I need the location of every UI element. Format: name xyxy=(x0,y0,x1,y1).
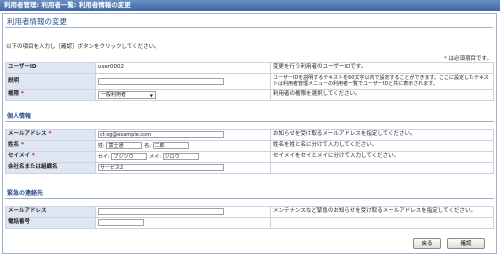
authority-select[interactable]: 一般利用者 ▼ xyxy=(98,91,156,99)
user-id-label: ユーザーID xyxy=(5,62,96,74)
first-kana-label: メイ: xyxy=(149,154,161,161)
required-mark: * xyxy=(48,131,52,138)
emergency-email-input[interactable] xyxy=(98,208,224,216)
first-kana-input[interactable]: ジロウ xyxy=(162,153,199,161)
name-desc: 姓名を姓と名に分けて入力してください。 xyxy=(270,140,494,152)
authority-selected: 一般利用者 xyxy=(101,92,127,98)
required-mark: * xyxy=(31,153,35,160)
confirm-button[interactable]: 確認 xyxy=(447,238,485,249)
instruction-text: 以下の項目を入力し［確認］ボタンをクリックしてください。 xyxy=(6,44,160,50)
company-desc xyxy=(270,162,494,174)
table-row: 姓名 * 姓: 富士通 名: 二郎 姓名を姓と名に分けて入力してください。 xyxy=(5,140,494,152)
required-mark: * xyxy=(20,91,24,98)
required-mark: * xyxy=(20,142,24,149)
email-cell: ct-sg@example.com xyxy=(95,129,271,141)
name-cell: 姓: 富士通 名: 二郎 xyxy=(95,140,271,152)
emergency-table: メールアドレス メンテナンスなど緊急のお知らせを受け取るメールアドレスを指定して… xyxy=(5,206,494,229)
phone-input[interactable] xyxy=(98,219,144,227)
emergency-email-desc: メンテナンスなど緊急のお知らせを受け取るメールアドレスを指定してください。 xyxy=(270,206,494,218)
table-row: 説明 ユーザーIDを説明するテキストを60文字以内で設定することができます。ここ… xyxy=(5,73,494,90)
table-row: ユーザーID user0002 変更を行う利用者のユーザーIDです。 xyxy=(5,62,494,74)
back-button[interactable]: 戻る xyxy=(413,238,441,249)
authority-cell: 一般利用者 ▼ xyxy=(95,89,271,101)
personal-section-heading: 個人情報 xyxy=(5,112,494,122)
first-name-input[interactable]: 二郎 xyxy=(152,142,189,150)
email-label-cell: メールアドレス * xyxy=(5,129,96,141)
personal-info-table: メールアドレス * ct-sg@example.com お知らせを受け取るメール… xyxy=(5,129,494,174)
authority-label: 権限 xyxy=(8,91,20,98)
window-title: 利用者管理: 利用者一覧: 利用者情報の変更 xyxy=(0,0,500,11)
email-input[interactable]: ct-sg@example.com xyxy=(98,131,224,139)
page-title: 利用者情報の変更 xyxy=(5,16,493,28)
emergency-email-cell xyxy=(95,206,271,218)
user-id-desc: 変更を行う利用者のユーザーIDです。 xyxy=(270,62,494,74)
phone-desc xyxy=(270,217,494,229)
name-label: 姓名 xyxy=(8,142,20,149)
authority-desc: 利用者の権限を選択してください。 xyxy=(270,89,494,101)
chevron-down-icon: ▼ xyxy=(149,93,153,98)
emergency-email-label: メールアドレス xyxy=(5,206,96,218)
table-row: 電話番号 xyxy=(5,217,494,229)
description-input[interactable] xyxy=(98,77,224,85)
kana-label: セイメイ xyxy=(8,153,31,160)
email-desc: お知らせを受け取るメールアドレスを指定してください。 xyxy=(270,129,494,141)
description-desc: ユーザーIDを説明するテキストを60文字以内で設定することができます。ここに設定… xyxy=(270,73,494,90)
emergency-section-heading: 緊急の連絡先 xyxy=(5,189,494,199)
user-id-value: user0002 xyxy=(95,62,271,74)
kana-desc: セイメイをセイとメイに分けて入力してください。 xyxy=(270,151,494,163)
phone-cell xyxy=(95,217,271,229)
basic-info-table: ユーザーID user0002 変更を行う利用者のユーザーIDです。 説明 ユー… xyxy=(5,62,494,101)
last-name-input[interactable]: 富士通 xyxy=(106,142,143,150)
last-name-label: 姓: xyxy=(98,143,105,150)
authority-label-cell: 権限 * xyxy=(5,89,96,101)
last-kana-label: セイ: xyxy=(98,154,110,161)
company-cell: サービス2 xyxy=(95,162,271,174)
phone-label: 電話番号 xyxy=(5,217,96,229)
table-row: メールアドレス メンテナンスなど緊急のお知らせを受け取るメールアドレスを指定して… xyxy=(5,206,494,218)
kana-cell: セイ: フジツウ メイ: ジロウ xyxy=(95,151,271,163)
description-cell xyxy=(95,73,271,90)
name-label-cell: 姓名 * xyxy=(5,140,96,152)
company-label: 会社名または組織名 xyxy=(5,162,96,174)
description-label: 説明 xyxy=(5,73,96,90)
table-row: 権限 * 一般利用者 ▼ 利用者の権限を選択してください。 xyxy=(5,89,494,101)
table-row: セイメイ * セイ: フジツウ メイ: ジロウ セイメイをセイとメイに分けて入力… xyxy=(5,151,494,163)
table-row: メールアドレス * ct-sg@example.com お知らせを受け取るメール… xyxy=(5,129,494,141)
company-input[interactable]: サービス2 xyxy=(98,164,224,172)
first-name-label: 名: xyxy=(144,143,151,150)
required-note: * は必須項目です。 xyxy=(444,54,492,62)
last-kana-input[interactable]: フジツウ xyxy=(111,153,148,161)
kana-label-cell: セイメイ * xyxy=(5,151,96,163)
email-label: メールアドレス xyxy=(8,131,47,138)
table-row: 会社名または組織名 サービス2 xyxy=(5,162,494,174)
